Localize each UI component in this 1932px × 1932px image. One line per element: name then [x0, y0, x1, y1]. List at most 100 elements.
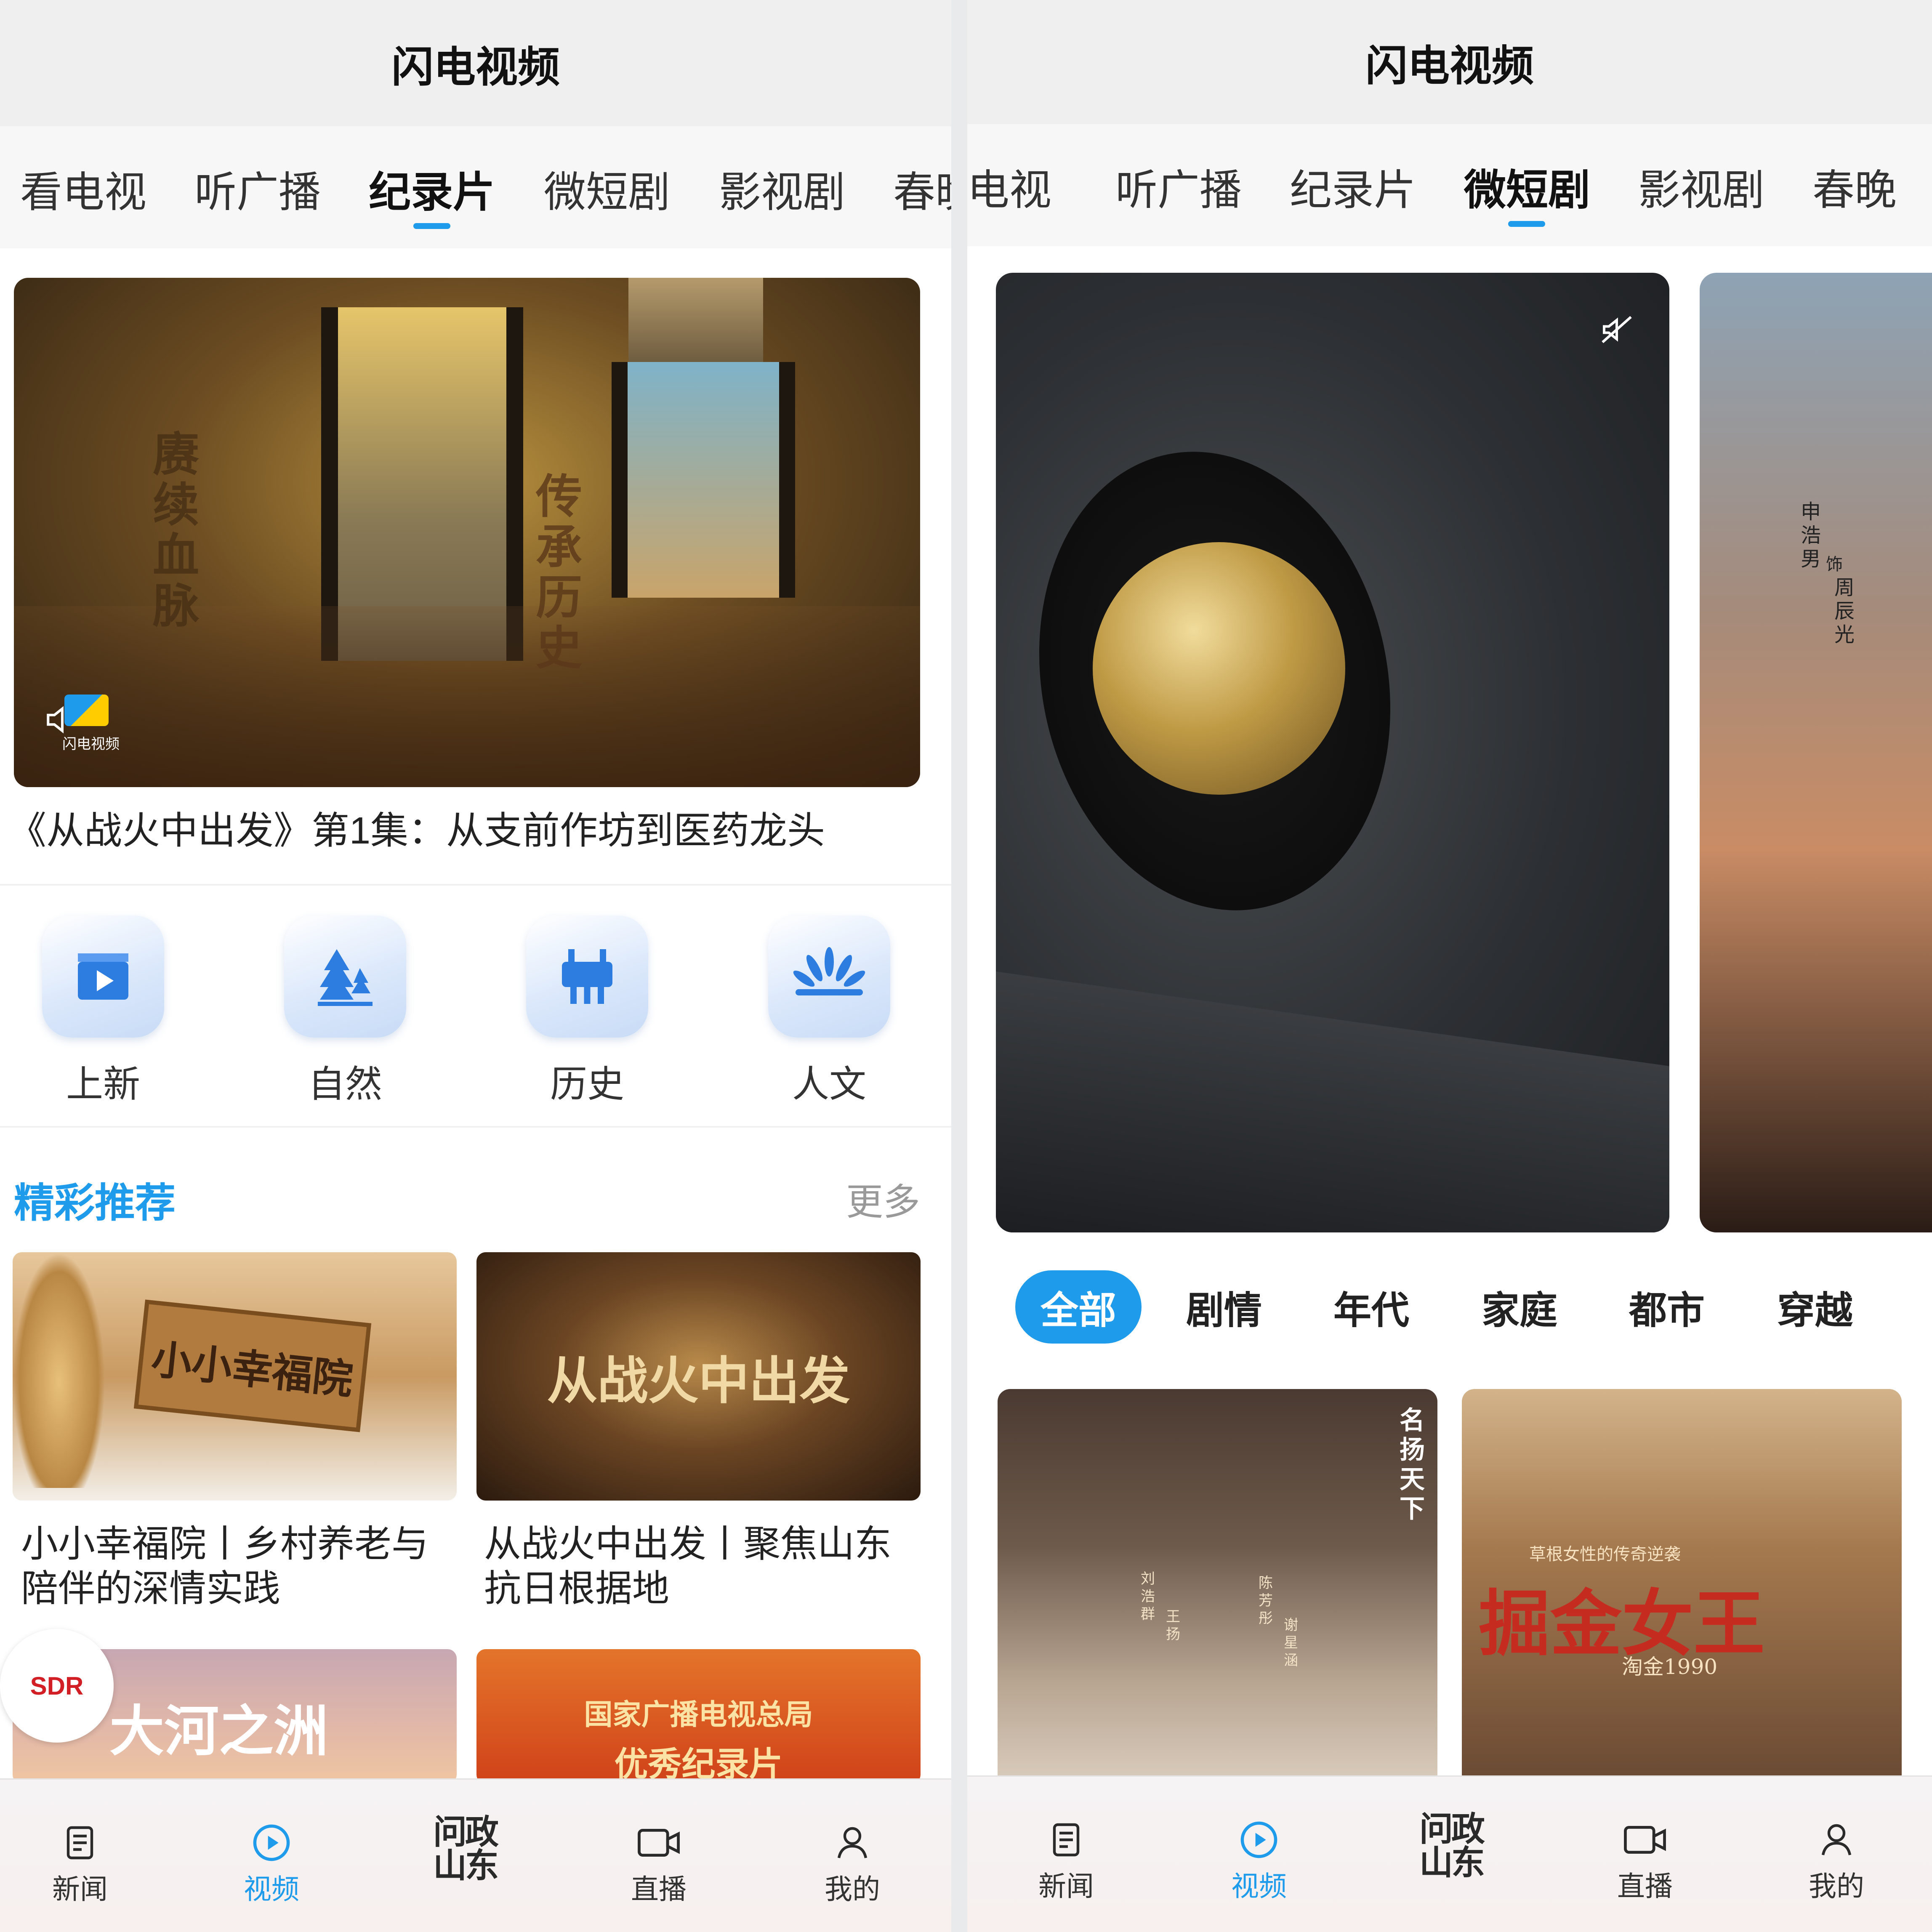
- banner-title[interactable]: 《从战火中出发》第1集：从支前作坊到医药龙头: [8, 808, 825, 854]
- drama-poster[interactable]: 草根女性的传奇逆袭 掘金女王 淘金1990: [1462, 1389, 1902, 1780]
- play-circle-icon: [1204, 1817, 1314, 1863]
- card-title[interactable]: 从战火中出发丨聚焦山东 抗日根据地: [484, 1522, 891, 1610]
- divider: [0, 884, 951, 886]
- nav-label: 视频: [1231, 1871, 1287, 1902]
- card-title[interactable]: 小小幸福院丨乡村养老与 陪伴的深情实践: [21, 1522, 428, 1610]
- banner-watermark: 闪电视频: [62, 736, 120, 752]
- newspaper-icon: [25, 1820, 135, 1866]
- bottom-navigation: 新闻 视频 问政山东 直播 我的: [967, 1775, 1932, 1932]
- filter-era[interactable]: 年代: [1333, 1280, 1409, 1334]
- filter-time-travel[interactable]: 穿越: [1777, 1280, 1853, 1334]
- filter-all[interactable]: 全部: [1015, 1270, 1142, 1344]
- card-thumbnail[interactable]: 从战火中出发: [476, 1252, 921, 1501]
- next-drama-card[interactable]: 申浩男 饰 周辰光: [1700, 273, 1932, 1232]
- poster-cast: 陈芳彤: [1259, 1575, 1273, 1627]
- bronze-ding-icon: [526, 915, 648, 1038]
- bottom-navigation: 新闻 视频 问政山东 直播 我的: [0, 1778, 951, 1932]
- filter-family[interactable]: 家庭: [1482, 1280, 1557, 1334]
- card-thumbnail[interactable]: 国家广播电视总局 优秀纪录片: [476, 1649, 921, 1784]
- more-link[interactable]: 更多: [846, 1172, 920, 1226]
- category-new[interactable]: 上新: [42, 915, 164, 1108]
- tab-watch-tv[interactable]: 看电视: [967, 156, 1051, 217]
- category-nature[interactable]: 自然: [284, 915, 406, 1108]
- wooden-sign: 小小幸福院: [133, 1299, 372, 1432]
- card-image-text: 优秀纪录片: [614, 1744, 783, 1784]
- tab-documentary[interactable]: 纪录片: [1290, 156, 1416, 217]
- gavel-emblem: [1093, 542, 1345, 795]
- card-thumbnail[interactable]: 小小幸福院: [13, 1252, 457, 1501]
- cast-credit: 饰: [1826, 555, 1843, 574]
- card-title-line: 抗日根据地: [484, 1567, 670, 1609]
- nav-live[interactable]: 直播: [1590, 1817, 1700, 1904]
- tab-watch-tv[interactable]: 看电视: [20, 158, 146, 219]
- app-title: 闪电视频: [1365, 43, 1534, 90]
- tab-micro-drama[interactable]: 微短剧: [544, 158, 670, 219]
- category-humanities[interactable]: 人文: [768, 915, 890, 1108]
- section-title-recommend: 精彩推荐: [14, 1181, 176, 1226]
- filter-plot[interactable]: 剧情: [1186, 1280, 1262, 1334]
- category-label: 人文: [792, 1063, 866, 1105]
- right-screen: 闪电视频 看电视 听广播 纪录片 微短剧 影视剧 春晚 申浩男 饰 周辰光 全部…: [967, 0, 1932, 1932]
- filter-urban[interactable]: 都市: [1629, 1280, 1705, 1334]
- category-history[interactable]: 历史: [526, 915, 648, 1108]
- card-title-line: 小小幸福院丨乡村养老与: [21, 1523, 429, 1565]
- poster-cast: 刘浩群: [1141, 1570, 1155, 1623]
- tab-radio[interactable]: 听广播: [1115, 156, 1242, 217]
- nav-wenzheng[interactable]: 问政山东: [410, 1815, 520, 1883]
- category-label: 历史: [550, 1063, 624, 1105]
- nav-news[interactable]: 新闻: [1011, 1817, 1121, 1904]
- tab-spring-gala[interactable]: 春晚: [1812, 156, 1897, 217]
- nav-label: 新闻: [1038, 1871, 1094, 1902]
- person-icon: [798, 1820, 907, 1866]
- tab-film-tv[interactable]: 影视剧: [1638, 156, 1764, 217]
- card-image-text: 国家广播电视总局: [584, 1698, 813, 1732]
- drama-poster[interactable]: 刘浩群 王扬 陈芳彤 谢星涵 名扬天下: [998, 1389, 1437, 1780]
- banner-overlay-left: 赓续血脉: [153, 427, 199, 633]
- nav-label: 新闻: [52, 1873, 108, 1905]
- category-label: 自然: [308, 1063, 382, 1105]
- wenzheng-logo-icon: 问政山东: [433, 1813, 499, 1884]
- poster-tag: 淘金1990: [1622, 1655, 1718, 1679]
- poster-cast: 王扬: [1166, 1608, 1180, 1643]
- channel-tabs: 看电视 听广播 纪录片 微短剧 影视剧 春晚: [0, 126, 951, 248]
- card-title-line: 陪伴的深情实践: [21, 1567, 281, 1609]
- nav-profile[interactable]: 我的: [1782, 1817, 1891, 1904]
- sdr-badge-text: SDR: [30, 1671, 84, 1700]
- nav-label: 直播: [1617, 1871, 1673, 1902]
- card-image-text: 从战火中出发: [547, 1351, 850, 1410]
- nav-label: 我的: [1809, 1871, 1864, 1902]
- cast-credit: 申浩男: [1801, 500, 1821, 571]
- tab-micro-drama[interactable]: 微短剧: [1464, 156, 1590, 217]
- active-tab-indicator: [1508, 221, 1545, 227]
- active-tab-indicator: [413, 223, 450, 229]
- nav-news[interactable]: 新闻: [25, 1820, 135, 1907]
- left-screen: 闪电视频 看电视 听广播 纪录片 微短剧 影视剧 春晚 赓续血脉 传承历史 闪电…: [0, 0, 951, 1932]
- clapperboard-play-icon: [42, 915, 164, 1038]
- divider: [0, 1126, 951, 1128]
- nav-profile[interactable]: 我的: [798, 1820, 907, 1907]
- nav-live[interactable]: 直播: [604, 1820, 713, 1907]
- nav-video[interactable]: 视频: [217, 1820, 326, 1907]
- sdr-logo-badge: SDR: [0, 1629, 114, 1743]
- cast-credit: 周辰光: [1834, 576, 1855, 647]
- tab-spring-gala[interactable]: 春晚: [893, 158, 951, 219]
- featured-video-banner[interactable]: 赓续血脉 传承历史 闪电视频: [14, 278, 920, 787]
- card-image-text: 小小幸福院: [149, 1335, 355, 1404]
- nav-label: 直播: [631, 1873, 687, 1905]
- film-frame-city: [628, 278, 763, 362]
- featured-drama-video[interactable]: [996, 273, 1669, 1232]
- tab-documentary[interactable]: 纪录片: [369, 158, 495, 219]
- poster-subtitle: 草根女性的传奇逆袭: [1529, 1545, 1681, 1564]
- app-title: 闪电视频: [391, 43, 560, 91]
- nav-wenzheng[interactable]: 问政山东: [1397, 1812, 1506, 1880]
- shandian-logo-icon: [64, 695, 109, 726]
- category-label: 上新: [66, 1063, 140, 1105]
- banner-overlay-right: 传承历史: [536, 469, 582, 675]
- tab-film-tv[interactable]: 影视剧: [719, 158, 845, 219]
- tab-radio[interactable]: 听广播: [194, 158, 321, 219]
- wooden-floor: [14, 606, 920, 787]
- header: 闪电视频: [0, 0, 951, 126]
- mute-icon[interactable]: [1598, 311, 1636, 349]
- nav-video[interactable]: 视频: [1204, 1817, 1314, 1904]
- trees-icon: [284, 915, 406, 1038]
